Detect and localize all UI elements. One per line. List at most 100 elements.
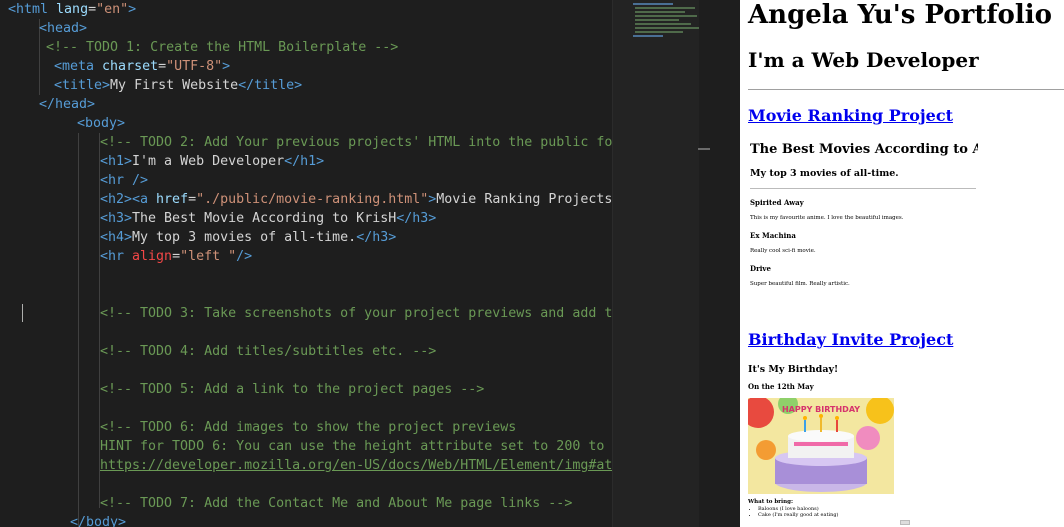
code-token: <meta [54, 59, 103, 74]
minimap-line [635, 15, 697, 17]
birthday-heading: It's My Birthday! [748, 364, 839, 375]
code-line[interactable]: <h1>I'm a Web Developer</h1> [100, 152, 324, 171]
code-line[interactable]: <body> [77, 114, 125, 133]
code-token: I'm a Web Developer [132, 154, 285, 169]
minimap-line [633, 35, 663, 37]
svg-text:HAPPY BIRTHDAY: HAPPY BIRTHDAY [782, 405, 860, 414]
code-line[interactable]: <!-- TODO 4: Add titles/subtitles etc. -… [100, 342, 436, 361]
bring-list: Baloons (I love baloons) Cake (I'm reall… [748, 506, 838, 518]
code-token: https://developer.mozilla.org/en-US/docs… [100, 458, 612, 473]
code-token: </head> [39, 97, 96, 112]
browser-preview: Angela Yu's Portfolio I'm a Web Develope… [740, 0, 1064, 527]
code-line[interactable]: <hr align="left "/> [100, 247, 252, 266]
code-line[interactable]: <h4>My top 3 movies of all-time.</h3> [100, 228, 396, 247]
code-token: The Best Movie According to KrisH [132, 211, 397, 226]
minimap-line [633, 3, 673, 5]
code-token: </title> [238, 78, 303, 93]
code-token: "./public/movie-ranking.html" [196, 192, 429, 207]
code-token: <head> [39, 21, 88, 36]
movie-desc: This is my favourite anime. I love the b… [750, 215, 904, 221]
portfolio-title: Angela Yu's Portfolio [748, 0, 1052, 30]
code-token: <h3> [100, 211, 133, 226]
movie-name: Ex Machina [750, 231, 796, 240]
code-line[interactable]: <!-- TODO 6: Add images to show the proj… [100, 418, 516, 437]
movie-desc: Super beautiful film. Really artistic. [750, 281, 850, 287]
code-line[interactable]: <!-- TODO 1: Create the HTML Boilerplate… [46, 38, 398, 57]
minimap-line [635, 19, 679, 21]
code-line[interactable]: <!-- TODO 5: Add a link to the project p… [100, 380, 484, 399]
movie-divider [750, 188, 976, 189]
portfolio-subtitle: I'm a Web Developer [748, 48, 979, 72]
code-token: <h2><a [100, 192, 157, 207]
list-item: Cake (I'm really good at eating) [758, 512, 838, 518]
code-token: /> [236, 249, 253, 264]
minimap-line [635, 27, 699, 29]
code-line[interactable]: <!-- TODO 7: Add the Contact Me and Abou… [100, 494, 572, 513]
code-line[interactable]: <!-- TODO 3: Take screenshots of your pr… [100, 304, 612, 323]
code-token: <html [8, 2, 57, 17]
text-cursor [22, 304, 23, 322]
code-token: </h1> [284, 154, 325, 169]
code-line[interactable]: <head> [39, 19, 87, 38]
code-token: <!-- TODO 7: Add the Contact Me and Abou… [100, 496, 573, 511]
minimap-line [635, 31, 683, 33]
code-line[interactable]: <h2><a href="./public/movie-ranking.html… [100, 190, 612, 209]
code-token: <!-- TODO 4: Add titles/subtitles etc. -… [100, 344, 437, 359]
code-token: align [132, 249, 173, 264]
code-token: <title> [54, 78, 111, 93]
code-token: "en" [96, 2, 129, 17]
code-line[interactable]: </body> [70, 513, 126, 527]
movie-name: Drive [750, 264, 771, 273]
code-token: charset [102, 59, 159, 74]
code-token: > [128, 2, 137, 17]
code-token: HINT for TODO 6: You can use the height … [100, 439, 612, 454]
code-line[interactable]: <h3>The Best Movie According to KrisH</h… [100, 209, 436, 228]
code-token: My First Website [110, 78, 239, 93]
code-token: = [158, 59, 167, 74]
movie-heading: The Best Movies According to Angela [750, 142, 978, 157]
code-token: </h3> [356, 230, 397, 245]
code-line[interactable]: <hr /> [100, 171, 148, 190]
code-token: Movie Ranking Projects [436, 192, 612, 207]
code-token: = [188, 192, 197, 207]
code-token: <h1> [100, 154, 133, 169]
scrollbar-position-marker [698, 148, 710, 150]
code-line[interactable]: <!-- TODO 2: Add Your previous projects'… [100, 133, 612, 152]
movie-ranking-preview: The Best Movies According to Angela My t… [748, 134, 978, 312]
code-line[interactable]: https://developer.mozilla.org/en-US/docs… [100, 456, 612, 475]
code-line[interactable]: <meta charset="UTF-8"> [54, 57, 230, 76]
code-line[interactable]: <html lang="en"> [8, 0, 136, 19]
code-token: <hr [100, 249, 133, 264]
minimap-line [635, 23, 691, 25]
divider [748, 89, 1064, 90]
code-line[interactable]: </head> [39, 95, 95, 114]
movie-subheading: My top 3 movies of all-time. [750, 168, 899, 179]
code-token: = [172, 249, 181, 264]
code-token: <!-- TODO 3: Take screenshots of your pr… [100, 306, 612, 321]
scroll-button[interactable] [900, 520, 910, 525]
birthday-invite-link[interactable]: Birthday Invite Project [748, 330, 953, 349]
birthday-invite-preview: It's My Birthday! On the 12th May HAPPY … [748, 358, 920, 527]
movie-ranking-link[interactable]: Movie Ranking Project [748, 106, 953, 125]
code-token: <body> [77, 116, 126, 131]
code-token: <!-- TODO 1: Create the HTML Boilerplate… [46, 40, 399, 55]
code-token: <h4> [100, 230, 133, 245]
code-token: <!-- TODO 6: Add images to show the proj… [100, 420, 517, 435]
code-line[interactable]: <title>My First Website</title> [54, 76, 302, 95]
code-token: <hr /> [100, 173, 149, 188]
code-editor[interactable]: <html lang="en"> <head> <!-- TODO 1: Creat… [0, 0, 612, 527]
movie-desc: Really cool sci-fi movie. [750, 248, 816, 254]
code-token: My top 3 movies of all-time. [132, 230, 357, 245]
minimap-line [635, 7, 695, 9]
minimap-line [635, 11, 685, 13]
code-token: "UTF-8" [166, 59, 223, 74]
bring-label: What to bring: [748, 499, 794, 505]
code-token: > [222, 59, 231, 74]
code-token: href [156, 192, 189, 207]
movie-name: Spirited Away [750, 198, 804, 207]
code-token: <!-- TODO 2: Add Your previous projects'… [100, 135, 612, 150]
code-token: </body> [70, 515, 127, 527]
minimap[interactable] [612, 0, 712, 527]
code-line[interactable]: HINT for TODO 6: You can use the height … [100, 437, 612, 456]
minimap-slider[interactable] [613, 0, 699, 527]
